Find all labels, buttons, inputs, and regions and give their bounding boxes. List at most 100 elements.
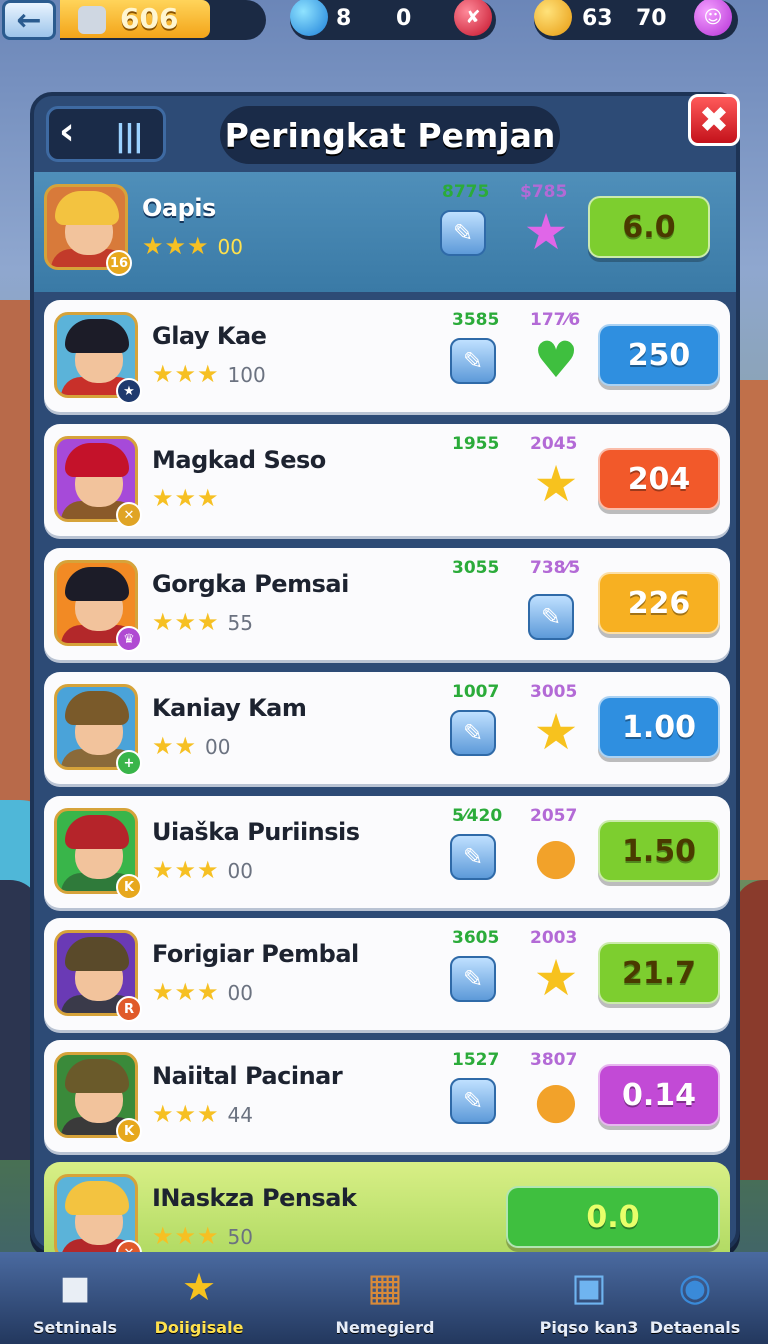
bottom-nav-item[interactable]: ★ Doiigisale <box>124 1258 274 1344</box>
player-name: Uiaška Puriinsis <box>152 818 360 846</box>
avatar-hair <box>65 815 129 849</box>
star-icon[interactable]: ★ <box>518 204 574 260</box>
score-button[interactable]: 6.0 <box>588 196 710 258</box>
close-button[interactable]: ✖ <box>688 94 740 146</box>
rating-stars: ★★★ <box>152 360 220 388</box>
edit-icon[interactable]: ✎ <box>450 1078 496 1124</box>
gems-value-b: 0 <box>396 6 412 31</box>
player-stat-primary: 3585 <box>452 310 500 330</box>
player-stat-secondary: 177⁄6 <box>530 310 581 330</box>
player-stat-primary: 5⁄420 <box>452 806 503 826</box>
player-row[interactable]: K Uiaška Puriinsis ★★★ 00 5⁄420 2057 ✎ ● 1.50 <box>44 796 730 908</box>
edit-icon[interactable]: ✎ <box>450 710 496 756</box>
star-icon[interactable]: ★ <box>528 704 584 760</box>
player-name: Oapis <box>142 194 216 222</box>
rating-points: 00 <box>227 859 253 883</box>
edit-icon[interactable]: ✎ <box>440 210 486 256</box>
score-button[interactable]: 0.14 <box>598 1064 720 1126</box>
panel-nav-button[interactable]: ‹ ||| <box>46 106 166 162</box>
avatar-badge: ✕ <box>116 502 142 528</box>
edit-icon[interactable]: ✎ <box>450 834 496 880</box>
coins-value: 606 <box>120 2 179 35</box>
avatar-hair <box>65 443 129 477</box>
gold-coin-icon <box>534 0 572 36</box>
player-name: Naiital Pacinar <box>152 1062 343 1090</box>
crate-icon: ▦ <box>367 1265 403 1309</box>
score-button[interactable]: 21.7 <box>598 942 720 1004</box>
player-stat-primary: 1007 <box>452 682 500 702</box>
player-stat-primary: 3055 <box>452 558 500 578</box>
cookie-icon[interactable]: ● <box>528 828 584 884</box>
barrel-icon: ◉ <box>678 1265 712 1309</box>
gems-counter[interactable]: 8 0 ✘ <box>290 0 496 40</box>
player-row[interactable]: ✕ Magkad Seso ★★★ 1955 2045 ★ 204 <box>44 424 730 536</box>
cookie-icon[interactable]: ● <box>528 1072 584 1128</box>
bottom-nav-label: Nemegierd <box>335 1318 435 1337</box>
gold-counter[interactable]: 63 70 ☺ <box>534 0 738 40</box>
red-gem-icon: ✘ <box>454 0 492 36</box>
edit-icon[interactable]: ✎ <box>450 956 496 1002</box>
score-button[interactable]: 204 <box>598 448 720 510</box>
rating-points: 00 <box>227 981 253 1005</box>
rating-stars: ★★★ <box>142 232 210 260</box>
rating-stars: ★★★ <box>152 1100 220 1128</box>
player-name: Magkad Seso <box>152 446 326 474</box>
player-rating: ★★★ 100 <box>152 360 266 388</box>
star-icon[interactable]: ★ <box>528 456 584 512</box>
star-icon[interactable]: ★ <box>528 950 584 1006</box>
gold-value-b: 70 <box>636 6 667 31</box>
player-rating: ★★★ 44 <box>152 1100 253 1128</box>
score-button[interactable]: 1.00 <box>598 696 720 758</box>
gold-value-a: 63 <box>582 6 613 31</box>
score-button[interactable]: 250 <box>598 324 720 386</box>
avatar-hair <box>55 191 119 225</box>
heart-icon[interactable]: ♥ <box>528 332 584 388</box>
player-row[interactable]: R Forigiar Pembal ★★★ 00 3605 2003 ✎ ★ 21.7 <box>44 918 730 1030</box>
panel-title-plate: Peringkat Pemjan <box>220 106 560 164</box>
player-name: INaskza Pensak <box>152 1184 357 1212</box>
edit-icon[interactable]: ✎ <box>450 338 496 384</box>
player-stat-primary: 1527 <box>452 1050 500 1070</box>
star-icon: ★ <box>181 1265 217 1309</box>
player-rating: ★★★ 00 <box>142 232 243 260</box>
bottom-nav-item[interactable]: ▦ Nemegierd <box>310 1258 460 1344</box>
avatar-hair <box>65 1059 129 1093</box>
back-arrow-button[interactable]: ← <box>2 0 56 40</box>
rating-stars: ★★★ <box>152 856 220 884</box>
avatar-hair <box>65 691 129 725</box>
gems-value-a: 8 <box>336 6 352 31</box>
score-button[interactable]: 1.50 <box>598 820 720 882</box>
player-name: Gorgka Pemsai <box>152 570 349 598</box>
player-rating: ★★★ 00 <box>152 978 253 1006</box>
player-rating: ★★★ 55 <box>152 608 253 636</box>
panel-header: ‹ ||| Peringkat Pemjan ✖ <box>40 94 740 168</box>
score-button[interactable]: 0.0 <box>506 1186 720 1248</box>
coins-counter[interactable]: 606 <box>60 0 266 40</box>
avatar-badge: R <box>116 996 142 1022</box>
avatar-badge: K <box>116 1118 142 1144</box>
player-stat-secondary: 3005 <box>530 682 578 702</box>
avatar-hair <box>65 937 129 971</box>
player-row[interactable]: ♛ Gorgka Pemsai ★★★ 55 3055 738⁄5 ✎ 226 <box>44 548 730 660</box>
avatar-hair <box>65 567 129 601</box>
rating-stars: ★★★ <box>152 1222 220 1250</box>
player-row[interactable]: 16 Oapis ★★★ 00 8775 $785 ✎ ★ 6.0 <box>34 172 736 292</box>
player-row[interactable]: ★ Glay Kae ★★★ 100 3585 177⁄6 ✎ ♥ 250 <box>44 300 730 412</box>
player-stat-primary: 1955 <box>452 434 500 454</box>
player-name: Glay Kae <box>152 322 267 350</box>
bottom-nav: ◼ Setninals ★ Doiigisale ▦ Nemegierd ▣ Piqso ka… <box>0 1252 768 1344</box>
score-button[interactable]: 226 <box>598 572 720 634</box>
panel-title: Peringkat Pemjan <box>224 115 556 155</box>
rating-stars: ★★★ <box>152 484 220 512</box>
player-stat-secondary: 2003 <box>530 928 578 948</box>
player-stat-secondary: $785 <box>520 182 568 202</box>
avatar-badge: ★ <box>116 378 142 404</box>
bottom-nav-item[interactable]: ◉ Detaenals <box>620 1258 768 1344</box>
rating-points: 50 <box>227 1225 253 1249</box>
player-name: Kaniay Kam <box>152 694 307 722</box>
player-row[interactable]: K Naiital Pacinar ★★★ 44 1527 3807 ✎ ● 0.14 <box>44 1040 730 1152</box>
player-rating: ★★ 00 <box>152 732 230 760</box>
edit-icon[interactable]: ✎ <box>528 594 574 640</box>
avatar-badge: ♛ <box>116 626 142 652</box>
player-row[interactable]: + Kaniay Kam ★★ 00 1007 3005 ✎ ★ 1.00 <box>44 672 730 784</box>
